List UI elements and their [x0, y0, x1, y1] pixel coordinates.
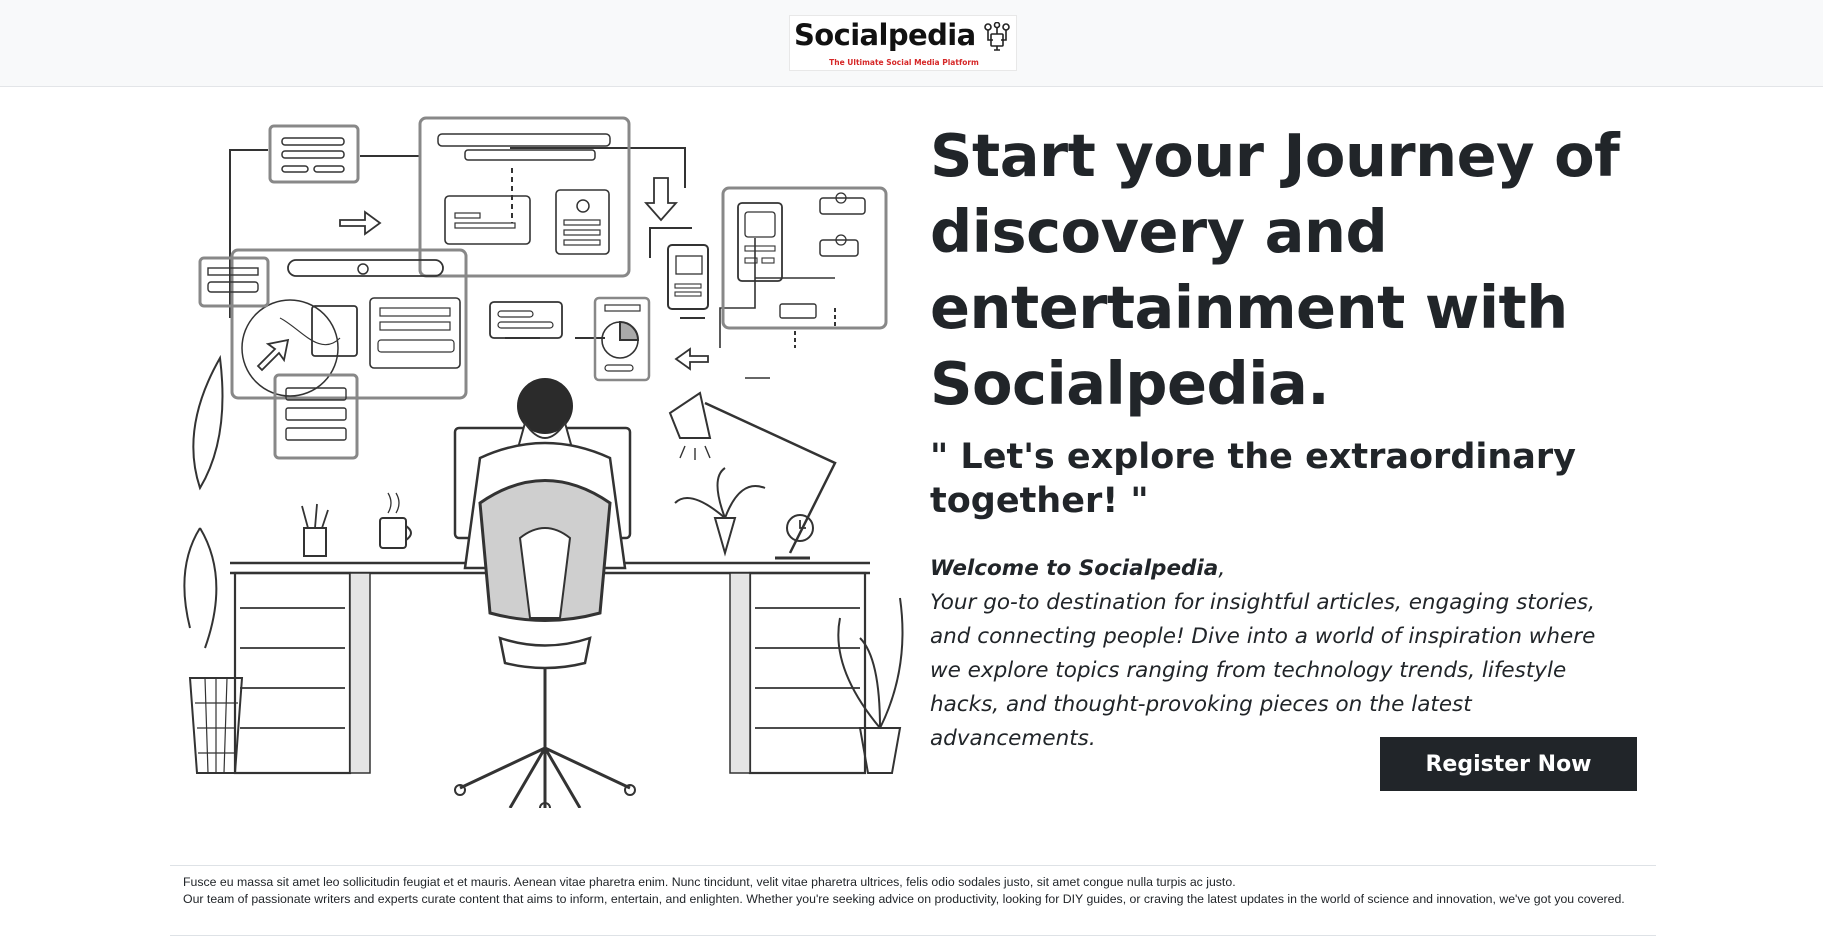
- logo-link[interactable]: Socialpedia The Ultimate Social Media Pl…: [789, 15, 1017, 71]
- logo-wordmark: Socialpedia: [794, 18, 976, 52]
- footer-text-line-2: Our team of passionate writers and exper…: [183, 892, 1625, 906]
- network-logo-icon: [984, 22, 1010, 51]
- welcome-comma: ,: [1218, 556, 1226, 581]
- footer-text-line-1: Fusce eu massa sit amet leo sollicitudin…: [183, 875, 1236, 889]
- arrow-left-icon: [674, 347, 709, 371]
- welcome-title: Welcome to Socialpedia: [930, 556, 1219, 581]
- hero-quote: " Let's explore the extraordinary togeth…: [930, 437, 1576, 521]
- workspace-illustration: [183, 116, 904, 808]
- arrow-down-icon: [644, 177, 678, 222]
- register-now-button[interactable]: Register Now: [1380, 737, 1637, 791]
- welcome-paragraph: Welcome to Socialpedia, Your go-to desti…: [930, 552, 1630, 756]
- top-navbar: Socialpedia The Ultimate Social Media Pl…: [0, 0, 1823, 87]
- hero-headline: Start your Journey of discovery and ente…: [930, 121, 1620, 418]
- footer-divider-bottom: [170, 935, 1656, 936]
- logo-tagline: The Ultimate Social Media Platform: [829, 58, 979, 67]
- footer-divider-top: [170, 865, 1656, 866]
- welcome-body: Your go-to destination for insightful ar…: [930, 590, 1596, 751]
- arrow-up-right-icon: [256, 338, 290, 372]
- arrow-right-icon: [339, 210, 382, 236]
